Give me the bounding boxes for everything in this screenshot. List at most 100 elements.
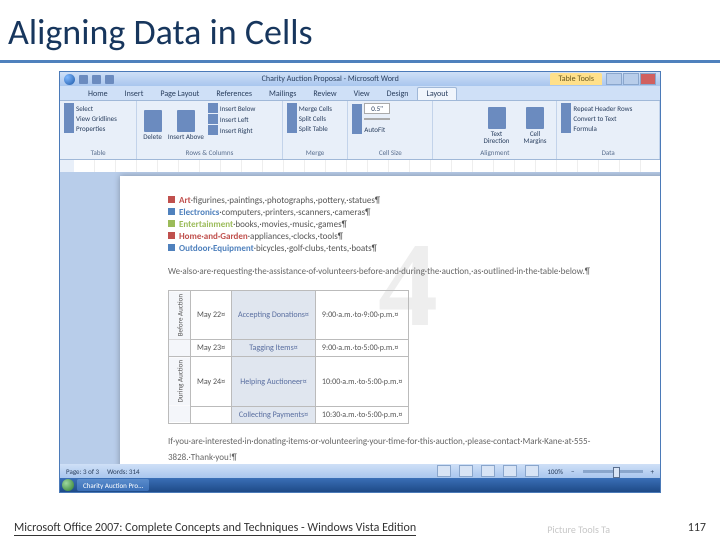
align-tr-icon[interactable] [463, 103, 475, 115]
footer-text: Microsoft Office 2007: Complete Concepts… [14, 521, 416, 536]
table-cell[interactable] [191, 406, 232, 423]
split-table-icon [287, 123, 297, 133]
qat-redo-icon[interactable] [105, 75, 114, 84]
status-page[interactable]: Page: 3 of 3 [66, 467, 99, 476]
windows-taskbar: Charity Auction Pro... [60, 478, 660, 492]
group-label-alignment: Alignment [437, 147, 552, 157]
split-cells-button[interactable]: Split Cells [299, 114, 326, 123]
bullet-category: Entertainment [179, 219, 233, 230]
split-cells-icon [287, 113, 297, 123]
bullet-square-icon [168, 244, 175, 251]
formula-button[interactable]: Formula [573, 124, 596, 133]
view-gridlines-button[interactable]: View Gridlines [76, 114, 117, 123]
tab-design[interactable]: Design [379, 88, 417, 100]
qat-save-icon[interactable] [79, 75, 88, 84]
align-mr-icon[interactable] [463, 116, 475, 128]
bullet-desc: ·figurines,·paintings,·photographs,·pott… [191, 195, 380, 206]
convert-to-text-button[interactable]: Convert to Text [573, 114, 616, 123]
tab-view[interactable]: View [346, 88, 378, 100]
bullet-desc: ·appliances,·clocks,·tools¶ [248, 231, 343, 242]
document-area[interactable]: 4 Art·figurines,·paintings,·photographs,… [60, 172, 660, 464]
minimize-button[interactable] [606, 73, 622, 85]
merge-cells-button[interactable]: Merge Cells [299, 104, 332, 113]
tab-page-layout[interactable]: Page Layout [152, 88, 207, 100]
align-mc-icon[interactable] [450, 116, 462, 128]
align-bl-icon[interactable] [437, 129, 449, 141]
table-cell[interactable]: 10:00·a.m.·to·5:00·p.m.¤ [315, 357, 408, 407]
autofit-icon [352, 124, 362, 134]
properties-button[interactable]: Properties [76, 124, 105, 133]
bullet-category: Art [179, 195, 191, 206]
tab-review[interactable]: Review [305, 88, 344, 100]
close-button[interactable] [640, 73, 656, 85]
select-button[interactable]: Select [76, 104, 93, 113]
merge-cells-icon [287, 103, 297, 113]
table-cell[interactable]: May 22¤ [191, 291, 232, 340]
maximize-button[interactable] [623, 73, 639, 85]
window-title: Charity Auction Proposal - Microsoft Wor… [118, 74, 542, 84]
insert-above-button[interactable]: Insert Above [166, 103, 206, 147]
group-data: Repeat Header Rows Convert to Text Formu… [557, 101, 660, 159]
table-cell[interactable]: 9:00·a.m.·to·5:00·p.m.¤ [315, 340, 408, 357]
text-direction-button[interactable]: Text Direction [477, 103, 515, 147]
bullet-item: Entertainment·books,·movies,·music,·game… [168, 219, 648, 230]
taskbar-item-word[interactable]: Charity Auction Pro... [77, 479, 149, 491]
autofit-button[interactable]: AutoFit [364, 125, 385, 134]
zoom-in-button[interactable]: + [651, 467, 655, 476]
tab-layout[interactable]: Layout [417, 87, 457, 100]
zoom-out-button[interactable]: − [571, 467, 575, 476]
align-br-icon[interactable] [463, 129, 475, 141]
insert-below-button[interactable]: Insert Below [220, 104, 256, 113]
repeat-header-rows-button[interactable]: Repeat Header Rows [573, 104, 632, 113]
tab-mailings[interactable]: Mailings [261, 88, 304, 100]
view-draft-icon[interactable] [525, 465, 539, 477]
row-height-field[interactable]: 0.5" [364, 103, 390, 114]
view-full-screen-icon[interactable] [459, 465, 473, 477]
tab-insert[interactable]: Insert [117, 88, 152, 100]
table-cell[interactable]: Collecting Payments¤ [232, 406, 316, 423]
slide-title: Aligning Data in Cells [0, 0, 720, 60]
insert-left-button[interactable]: Insert Left [220, 115, 249, 124]
insert-right-icon [208, 125, 218, 135]
page: 4 Art·figurines,·paintings,·photographs,… [120, 176, 660, 464]
cell-margins-icon [526, 107, 544, 129]
split-table-button[interactable]: Split Table [299, 124, 328, 133]
schedule-table[interactable]: Before AuctionMay 22¤Accepting Donations… [168, 290, 409, 424]
align-bc-icon[interactable] [450, 129, 462, 141]
select-icon [64, 103, 74, 113]
view-print-layout-icon[interactable] [437, 465, 451, 477]
table-cell[interactable]: Tagging Items¤ [232, 340, 316, 357]
table-cell[interactable]: Accepting Donations¤ [232, 291, 316, 340]
align-tc-icon[interactable] [450, 103, 462, 115]
delete-button[interactable]: Delete [141, 103, 164, 147]
view-outline-icon[interactable] [503, 465, 517, 477]
bullet-desc: ·computers,·printers,·scanners,·cameras¶ [219, 207, 370, 218]
bullet-category: Electronics [179, 207, 219, 218]
row-header-before: Before Auction [169, 291, 191, 340]
table-cell[interactable]: Helping Auctioneer¤ [232, 357, 316, 407]
table-cell[interactable]: May 23¤ [191, 340, 232, 357]
table-cell[interactable]: 9:00·a.m.·to·9:00·p.m.¤ [315, 291, 408, 340]
start-button[interactable] [62, 479, 74, 491]
qat-undo-icon[interactable] [92, 75, 101, 84]
bullet-item: Electronics·computers,·printers,·scanner… [168, 207, 648, 218]
title-bar: Charity Auction Proposal - Microsoft Wor… [60, 72, 660, 86]
align-ml-icon[interactable] [437, 116, 449, 128]
body-paragraph-1: We·also·are·requesting·the·assistance·of… [168, 264, 648, 280]
status-words[interactable]: Words: 314 [107, 467, 139, 476]
office-button[interactable] [64, 74, 75, 85]
bullet-category: Home·and·Garden [179, 231, 248, 242]
table-cell[interactable]: May 24¤ [191, 357, 232, 407]
cell-margins-button[interactable]: Cell Margins [518, 103, 553, 147]
tab-home[interactable]: Home [80, 88, 116, 100]
zoom-slider[interactable] [583, 470, 643, 473]
align-tl-icon[interactable] [437, 103, 449, 115]
zoom-percent[interactable]: 100% [547, 467, 563, 476]
insert-right-button[interactable]: Insert Right [220, 126, 253, 135]
tab-references[interactable]: References [208, 88, 260, 100]
bullet-item: Art·figurines,·paintings,·photographs,·p… [168, 195, 648, 206]
group-rows-columns: Delete Insert Above Insert Below Insert … [137, 101, 283, 159]
table-cell[interactable]: 10:30·a.m.·to·5:00·p.m.¤ [315, 406, 408, 423]
column-width-field[interactable] [364, 118, 390, 120]
view-web-layout-icon[interactable] [481, 465, 495, 477]
